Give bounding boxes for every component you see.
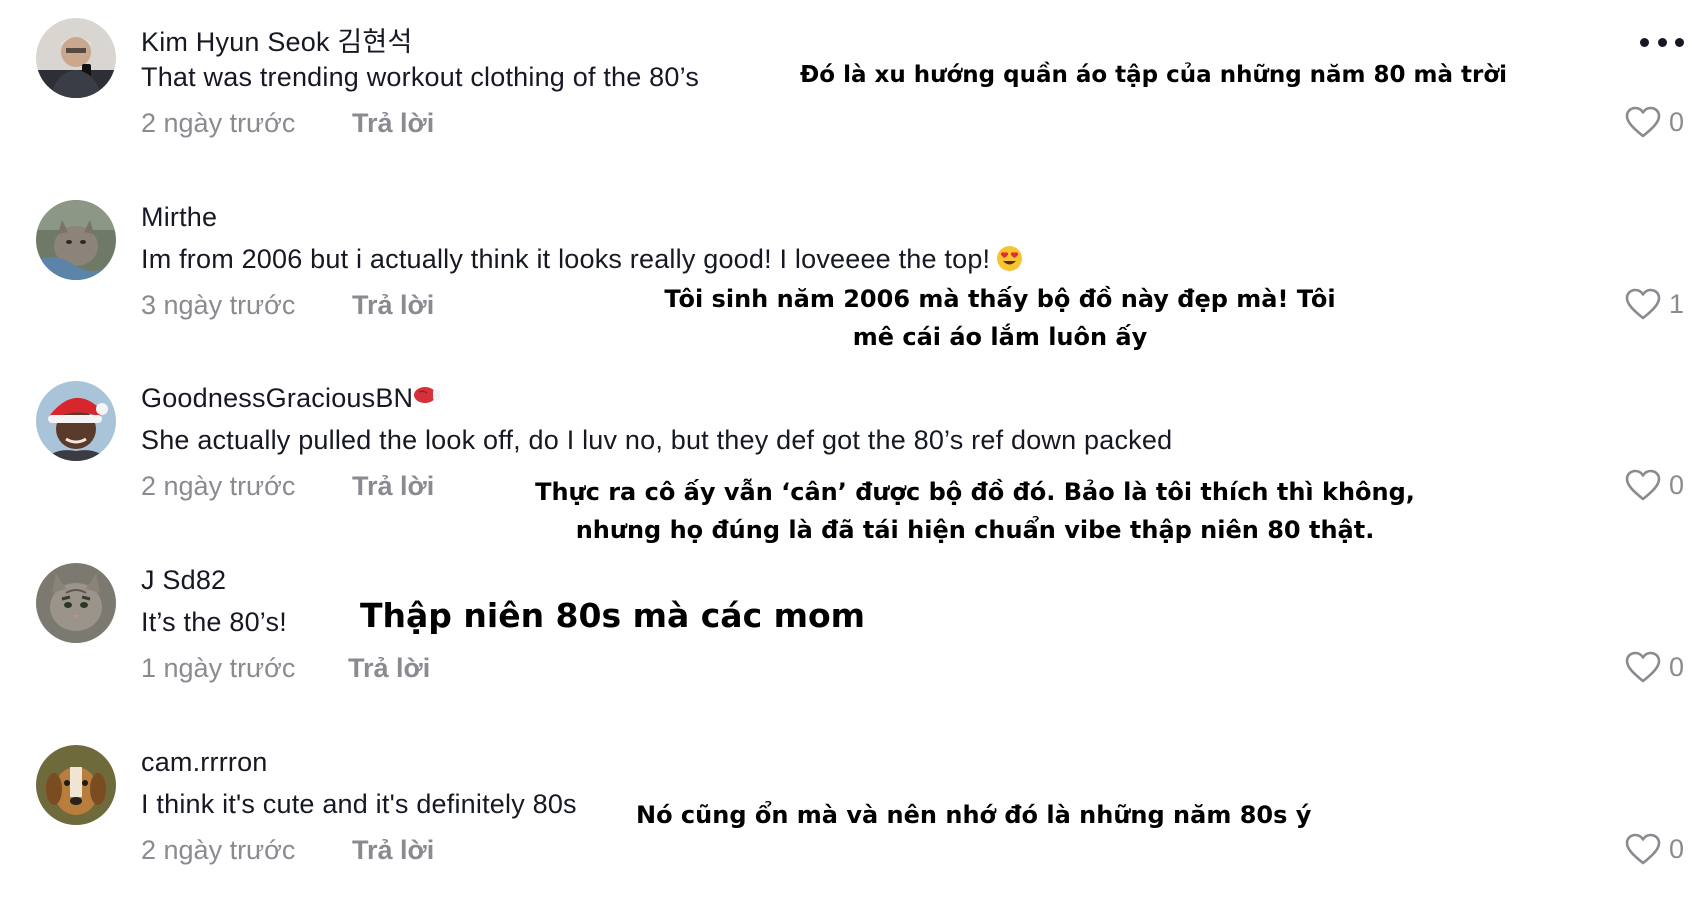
reply-button[interactable]: Trả lời — [352, 290, 434, 321]
translation-caption: Thập niên 80s mà các mom — [360, 596, 866, 635]
heart-outline-icon — [1625, 833, 1661, 865]
translation-line: Đó là xu hướng quần áo tập của những năm… — [800, 62, 1508, 88]
reply-button[interactable]: Trả lời — [352, 835, 434, 866]
like-button[interactable]: 0 — [1625, 106, 1684, 139]
more-dots-icon[interactable] — [1640, 30, 1684, 54]
comment-text: I think it's cute and it's definitely 80… — [141, 789, 577, 819]
comment-item: J Sd82 It’s the 80’s! 1 ngày trước Trả l… — [0, 545, 1706, 715]
like-button[interactable]: 0 — [1625, 833, 1684, 866]
like-button[interactable]: 0 — [1625, 651, 1684, 684]
translation-line: mê cái áo lắm luôn ấy — [852, 323, 1148, 351]
avatar[interactable] — [36, 200, 116, 280]
translation-caption: Đó là xu hướng quần áo tập của những năm… — [800, 56, 1508, 94]
translation-caption: Tôi sinh năm 2006 mà thấy bộ đồ này đẹp … — [640, 280, 1360, 356]
comment-item: Mirthe Im from 2006 but i actually think… — [0, 182, 1706, 352]
reply-button[interactable]: Trả lời — [352, 471, 434, 502]
comment-username[interactable]: cam.rrrron — [141, 747, 268, 778]
heart-outline-icon — [1625, 106, 1661, 138]
comment-item: cam.rrrron I think it's cute and it's de… — [0, 727, 1706, 897]
translation-line: Thập niên 80s mà các mom — [360, 596, 866, 635]
comment-item: GoodnessGraciousBN She actually pulled t… — [0, 363, 1706, 544]
like-count: 0 — [1668, 652, 1684, 682]
avatar[interactable] — [36, 18, 116, 98]
comment-text: She actually pulled the look off, do I l… — [141, 425, 1173, 455]
avatar[interactable] — [36, 381, 116, 461]
like-count: 0 — [1668, 834, 1684, 864]
avatar[interactable] — [36, 745, 116, 825]
avatar[interactable] — [36, 563, 116, 643]
comment-time: 3 ngày trước — [141, 290, 296, 320]
translation-caption: Nó cũng ổn mà và nên nhớ đó là những năm… — [636, 796, 1316, 834]
heart-outline-icon — [1625, 469, 1661, 501]
comment-time: 2 ngày trước — [141, 108, 296, 138]
translation-caption: Thực ra cô ấy vẫn ‘cân’ được bộ đồ đó. B… — [480, 473, 1470, 549]
comment-text-content: Im from 2006 but i actually think it loo… — [141, 244, 991, 274]
comment-text: That was trending workout clothing of th… — [141, 62, 700, 92]
comment-username[interactable]: Mirthe — [141, 202, 217, 233]
translation-line: Nó cũng ổn mà và nên nhớ đó là những năm… — [636, 801, 1312, 829]
translation-line: Thực ra cô ấy vẫn ‘cân’ được bộ đồ đó. B… — [535, 478, 1415, 506]
translation-line: Tôi sinh năm 2006 mà thấy bộ đồ này đẹp … — [664, 285, 1336, 313]
like-button[interactable]: 1 — [1625, 288, 1684, 321]
comment-username[interactable]: J Sd82 — [141, 565, 226, 596]
like-count: 1 — [1668, 289, 1684, 319]
comment-username[interactable]: Kim Hyun Seok 김현석 — [141, 20, 413, 59]
reply-button[interactable]: Trả lời — [348, 653, 430, 684]
heart-outline-icon — [1625, 651, 1661, 683]
translation-line: nhưng họ đúng là đã tái hiện chuẩn vibe … — [575, 516, 1375, 544]
comment-time: 2 ngày trước — [141, 471, 296, 501]
comment-username-text: GoodnessGraciousBN — [141, 383, 414, 413]
comment-item: Kim Hyun Seok 김현석 That was trending work… — [0, 0, 1706, 170]
like-count: 0 — [1668, 470, 1684, 500]
comment-text: Im from 2006 but i actually think it loo… — [141, 244, 1023, 275]
comment-username[interactable]: GoodnessGraciousBN — [141, 383, 441, 414]
comment-text: It’s the 80’s! — [141, 607, 287, 637]
like-button[interactable]: 0 — [1625, 469, 1684, 502]
heart-eyes-emoji — [997, 246, 1023, 271]
heart-outline-icon — [1625, 288, 1661, 320]
comment-time: 2 ngày trước — [141, 835, 296, 865]
boxing-glove-emoji — [414, 387, 441, 403]
reply-button[interactable]: Trả lời — [352, 108, 434, 139]
comment-time: 1 ngày trước — [141, 653, 296, 683]
like-count: 0 — [1668, 107, 1684, 137]
